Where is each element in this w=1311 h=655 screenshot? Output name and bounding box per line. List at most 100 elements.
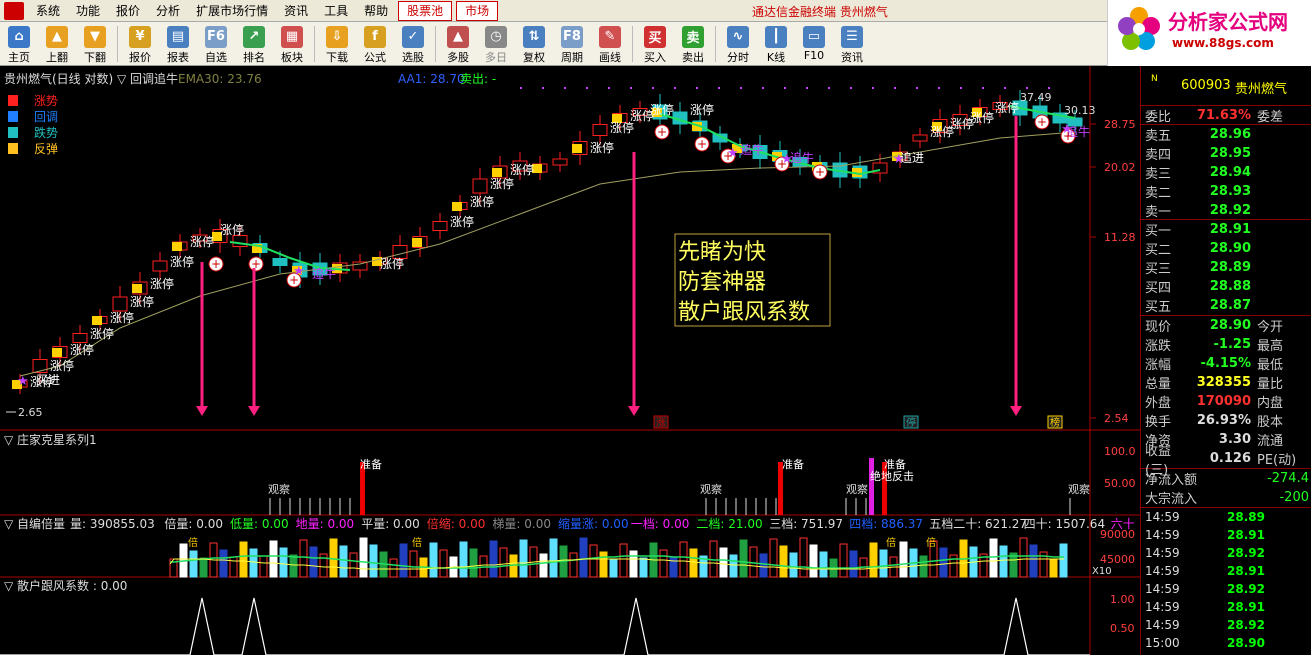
volume-bar: [199, 557, 208, 578]
signal-block: [572, 144, 582, 153]
volume-bar: [879, 549, 888, 578]
toolbar-button-11[interactable]: ▲ 多股: [439, 23, 477, 65]
stat-row: 涨跌 -1.25 最高: [1141, 335, 1311, 354]
menu-extended-market[interactable]: 扩展市场行情: [188, 0, 276, 22]
toolbar-button-14[interactable]: F8 周期: [553, 23, 591, 65]
tick-row: 14:59 28.91: [1141, 526, 1311, 544]
volume-bar: [459, 541, 468, 578]
y-axis-tick: 1.00: [1110, 593, 1135, 606]
volume-bar: [789, 552, 798, 578]
toolbar-button-3[interactable]: ¥ 报价: [121, 23, 159, 65]
volume-bar: [1049, 558, 1058, 578]
volume-field: 四十: 1507.64: [1024, 517, 1105, 531]
toolbar-button-label: 板块: [281, 50, 303, 64]
panel3-title: ▽ 自编倍量: [4, 516, 65, 531]
toolbar-button-9[interactable]: f 公式: [356, 23, 394, 65]
toolbar-button-5[interactable]: F6 自选: [197, 23, 235, 65]
signal-dot: [916, 87, 918, 89]
buy-icon: 买: [644, 25, 666, 48]
toolbar-button-19[interactable]: ┃ K线: [757, 23, 795, 65]
overlay-text: 先睹为快: [678, 240, 766, 265]
brand-title: 分析家公式网: [1168, 10, 1288, 34]
stat-row-right-label: 最低: [1257, 358, 1284, 373]
menu-quote[interactable]: 报价: [108, 0, 148, 22]
toolbar-button-8[interactable]: ⇩ 下载: [318, 23, 356, 65]
tick-price: 28.90: [1227, 636, 1265, 650]
stat-row: 外盘 170090 内盘: [1141, 392, 1311, 411]
toolbar-button-1[interactable]: ▲ 上翻: [38, 23, 76, 65]
kline-chart-area[interactable]: 贵州燃气(日线 对数) ▽ 回调追牛 EMA30: 23.76 AA1: 28.70…: [0, 66, 1140, 655]
limit-up-label: 涨停: [970, 110, 994, 125]
toolbar-button-7[interactable]: ▦ 板块: [273, 23, 311, 65]
legend-swatch: [8, 127, 18, 138]
volume-bar: [729, 554, 738, 578]
ask-row-label: 卖二: [1145, 186, 1172, 201]
bid-row: 买四 28.88: [1141, 277, 1311, 296]
stock-code: 600903: [1181, 78, 1231, 93]
tick-price: 28.89: [1227, 510, 1265, 524]
toolbar-button-2[interactable]: ▼ 下翻: [76, 23, 114, 65]
volume-bar: [299, 539, 308, 578]
signal-dot: [1004, 87, 1006, 89]
toolbar-button-6[interactable]: ↗ 排名: [235, 23, 273, 65]
menu-help[interactable]: 帮助: [356, 0, 396, 22]
volume-bar: [349, 552, 358, 578]
limit-up-label: 涨停: [110, 310, 134, 325]
menu-news[interactable]: 资讯: [276, 0, 316, 22]
volume-field: 倍缩: 0.00: [427, 516, 486, 531]
ask-row-value: 28.95: [1209, 146, 1251, 161]
volume-bar: [1029, 544, 1038, 578]
signal-dot: [894, 87, 896, 89]
sell-label: 卖出: -: [460, 72, 496, 86]
bid-row-label: 买三: [1145, 262, 1172, 277]
flow-value: -200: [1279, 490, 1309, 505]
volume-field: 地量: 0.00: [296, 517, 355, 531]
toolbar-button-12[interactable]: ◷ 多日: [477, 23, 515, 65]
tick-time: 14:59: [1145, 510, 1180, 524]
volume-bar: [599, 551, 608, 578]
menu-function[interactable]: 功能: [68, 0, 108, 22]
double-volume-tag: 倍: [412, 536, 422, 549]
buy-point-plus: +: [697, 137, 707, 151]
toolbar-button-0[interactable]: ⌂ 主页: [0, 23, 38, 65]
toolbar-button-10[interactable]: ✓ 选股: [394, 23, 432, 65]
toolbar: ⌂ 主页 ▲ 上翻 ▼ 下翻 ¥ 报价 ▤ 报表 F6 自选 ↗ 排名 ▦ 板块 ⇩ 下载 f 公式 ✓ 选股 ▲ 多股 ◷ 多日…: [0, 22, 1107, 66]
toolbar-button-label: 多日: [485, 50, 507, 64]
tab-market[interactable]: 市场: [456, 0, 499, 21]
sell-icon: 卖: [682, 25, 704, 48]
signal-dot: [828, 87, 830, 89]
toolbar-button-18[interactable]: ∿ 分时: [719, 23, 757, 65]
chase-label: 追牛: [790, 150, 814, 165]
menu-analysis[interactable]: 分析: [148, 0, 188, 22]
draw-line-icon: ✎: [599, 25, 621, 48]
order-diff-label: 委差: [1257, 109, 1284, 125]
volume-field: 二档: 21.00: [696, 517, 762, 531]
yen-icon: ¥: [129, 25, 151, 48]
brand-banner[interactable]: 分析家公式网 www.88gs.com: [1107, 0, 1311, 66]
toolbar-button-13[interactable]: ⇅ 复权: [515, 23, 553, 65]
toolbar-button-4[interactable]: ▤ 报表: [159, 23, 197, 65]
toolbar-button-label: F10: [803, 48, 825, 62]
signal-dot: [564, 87, 566, 89]
toolbar-button-21[interactable]: ☰ 资讯: [833, 23, 871, 65]
menu-system[interactable]: 系统: [28, 0, 68, 22]
panel2-title: ▽ 庄家克星系列1: [4, 432, 97, 447]
volume-bar: [219, 549, 228, 578]
tab-stock-pool[interactable]: 股票池: [398, 0, 453, 21]
y-axis-tick: 100.0: [1104, 445, 1136, 458]
limit-up-label: 涨停: [450, 214, 474, 229]
signal-dot: [938, 87, 940, 89]
signal-dot: [542, 87, 544, 89]
volume-bar: [999, 545, 1008, 578]
app-logo-icon: [4, 1, 24, 20]
toolbar-button-20[interactable]: ▭ F10: [795, 23, 833, 65]
legend-label: 回调: [34, 110, 58, 124]
legend-label: 涨势: [34, 93, 58, 108]
toolbar-button-17[interactable]: 卖卖出: [674, 23, 712, 65]
menu-tools[interactable]: 工具: [316, 0, 356, 22]
volume-field: 平量: 0.00: [361, 517, 420, 531]
brand-url: www.88gs.com: [1172, 36, 1274, 50]
toolbar-button-16[interactable]: 买买入: [636, 23, 674, 65]
toolbar-button-15[interactable]: ✎ 画线: [591, 23, 629, 65]
volume-field: 缩量涨: 0.00: [558, 516, 629, 531]
